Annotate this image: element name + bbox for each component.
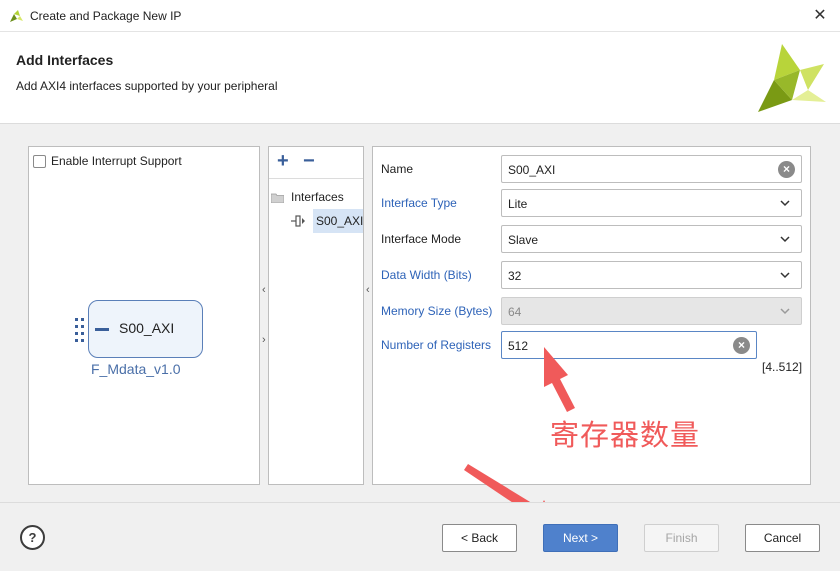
ip-name: F_Mdata_v1.0 [91,361,181,377]
next-button[interactable]: Next > [543,524,618,552]
close-icon[interactable]: ✕ [810,6,830,26]
num-registers-label[interactable]: Number of Registers [381,338,491,352]
content-area: Enable Interrupt Support S00_AXI F_Mdata… [0,124,840,502]
folder-icon [271,193,284,203]
tree-item-label: S00_AXI [316,214,364,228]
left-arrow-icon[interactable]: ‹ [262,284,266,296]
dialog-footer: ? < Back Next > Finish Cancel [0,502,840,571]
help-icon[interactable]: ? [20,525,45,550]
page-header: Add Interfaces Add AXI4 interfaces suppo… [0,32,840,124]
memory-size-select: 64 [501,297,802,325]
interfaces-tree-panel: + − Interfaces S00_AXI [268,146,364,485]
interface-type-select[interactable]: Lite [501,189,802,217]
collapse-port-icon[interactable] [95,328,109,331]
add-icon[interactable]: + [277,150,289,173]
interface-type-value: Lite [508,197,528,211]
chevron-down-icon [780,200,790,207]
brand-logo-icon [758,44,826,112]
name-input[interactable]: S00_AXI × [501,155,802,183]
interface-mode-value: Slave [508,233,539,247]
name-value: S00_AXI [508,163,556,177]
interface-icon [291,215,305,227]
annotation-text: 寄存器数量 [550,420,701,452]
back-button[interactable]: < Back [442,524,517,552]
num-registers-range: [4..512] [762,360,803,374]
data-width-select[interactable]: 32 [501,261,802,289]
tree-toolbar: + − [269,147,363,179]
interface-mode-label: Interface Mode [381,232,462,246]
app-logo-icon [10,10,23,22]
interrupt-checkbox-label: Enable Interrupt Support [51,154,182,168]
chevron-down-icon [780,308,790,315]
memory-size-label[interactable]: Memory Size (Bytes) [381,304,492,318]
clear-icon[interactable]: × [733,337,750,354]
interface-mode-select[interactable]: Slave [501,225,802,253]
ip-preview-panel: Enable Interrupt Support S00_AXI F_Mdata… [28,146,260,485]
tree-root-interfaces[interactable]: Interfaces [291,190,344,204]
chevron-down-icon [780,272,790,279]
finish-button: Finish [644,524,719,552]
chevron-down-icon [780,236,790,243]
ip-port-label: S00_AXI [119,320,175,336]
ip-block: S00_AXI [88,300,203,358]
tree-item-s00-axi[interactable]: S00_AXI [313,209,363,233]
right-arrow-icon[interactable]: › [262,334,266,346]
num-registers-input[interactable]: 512 × [501,331,757,359]
remove-icon[interactable]: − [303,150,315,173]
interface-type-label[interactable]: Interface Type [381,196,457,210]
data-width-label[interactable]: Data Width (Bits) [381,268,472,282]
page-title: Add Interfaces [16,52,114,68]
interrupt-checkbox[interactable] [33,155,46,168]
name-label: Name [381,162,414,176]
memory-size-value: 64 [508,305,522,319]
collapse-arrow-icon[interactable]: ‹ [366,284,370,296]
title-bar: Create and Package New IP ✕ [0,0,840,32]
cancel-button[interactable]: Cancel [745,524,820,552]
port-dots-icon [75,318,84,342]
window-title: Create and Package New IP [30,9,182,23]
num-registers-value: 512 [508,339,529,353]
page-subtitle: Add AXI4 interfaces supported by your pe… [16,79,278,93]
data-width-value: 32 [508,269,522,283]
clear-icon[interactable]: × [778,161,795,178]
